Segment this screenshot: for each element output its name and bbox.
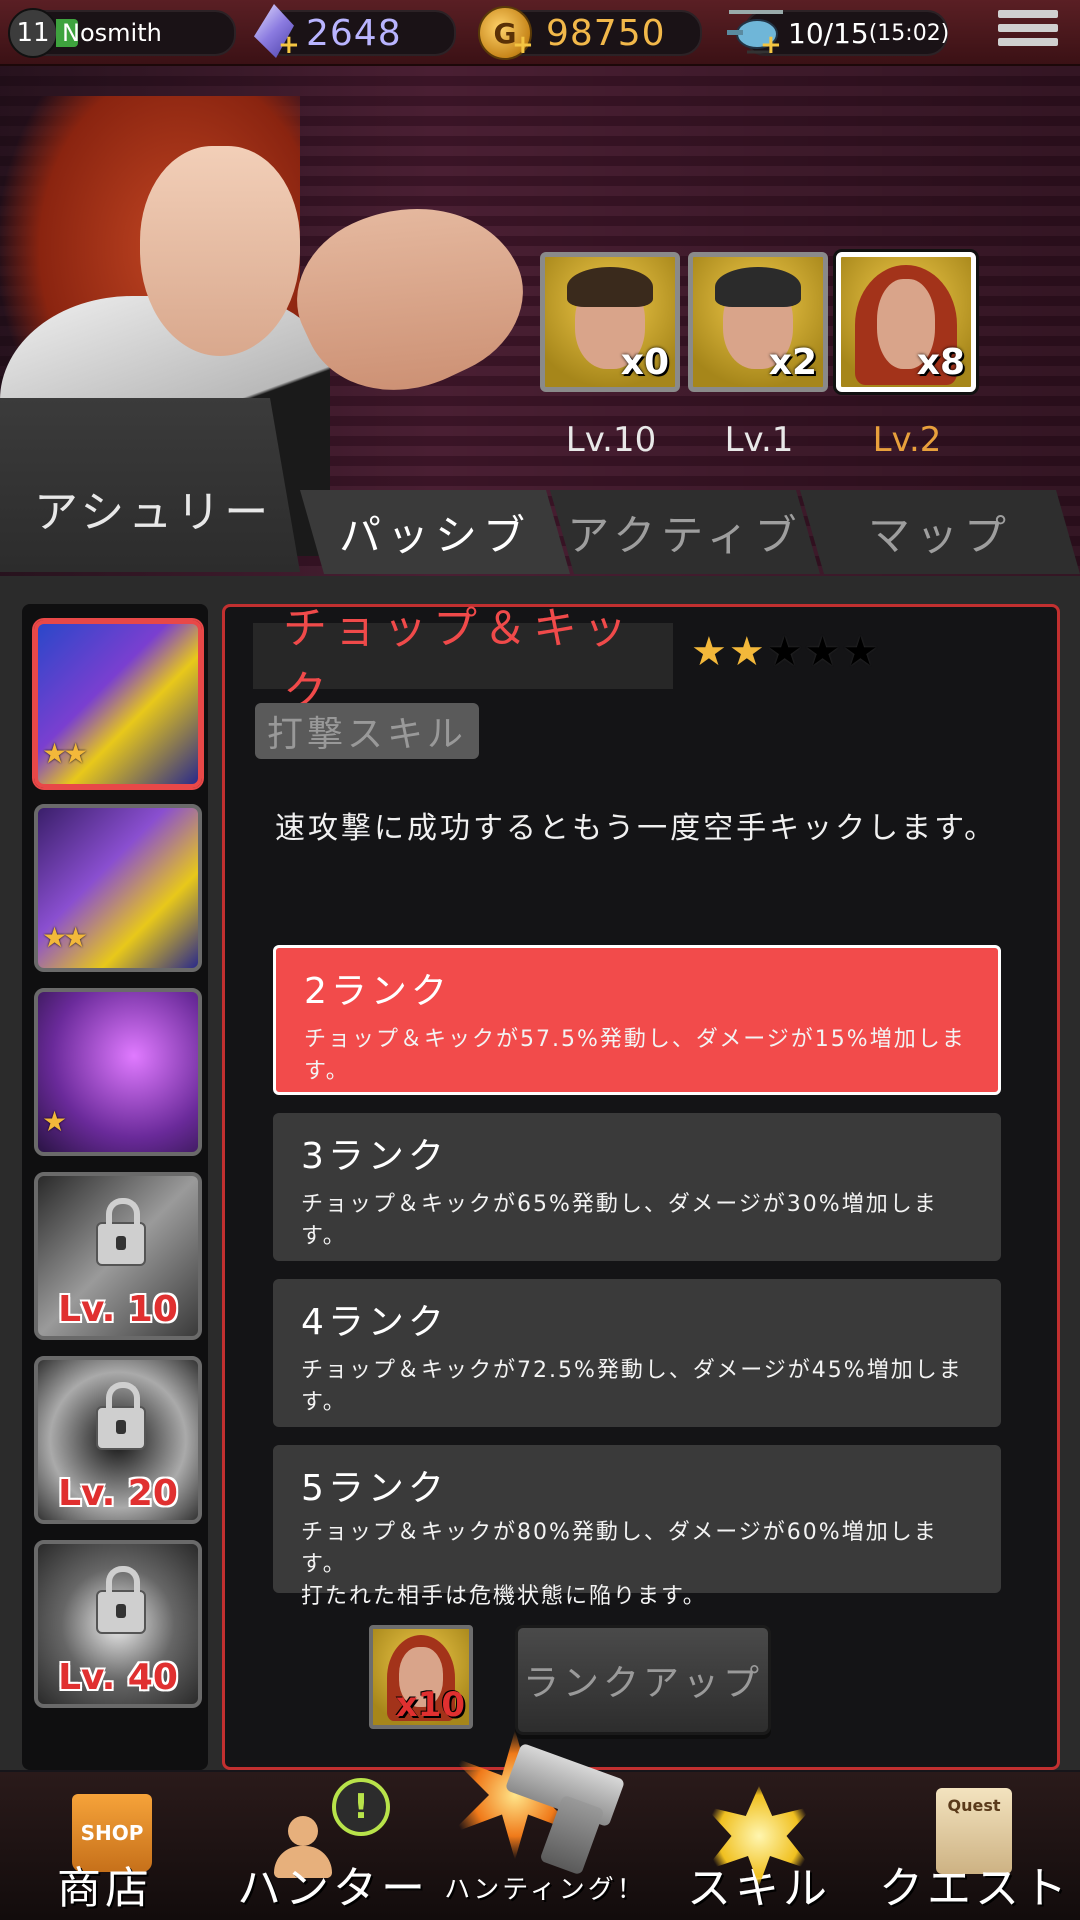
top-status-bar: 11 Nosmith 2648 + 98750 G + 10/15 (15:02… bbox=[0, 0, 1080, 66]
nav-hunter[interactable]: ! ハンター bbox=[218, 1772, 448, 1920]
skill-star-rating: ★★★★★ bbox=[691, 629, 880, 675]
alert-badge-icon: ! bbox=[332, 1778, 390, 1836]
stamina-value: 10/15 bbox=[788, 16, 869, 50]
nav-hunter-label: ハンター bbox=[237, 1863, 429, 1914]
hunter-level-selected: Lv.2 bbox=[872, 420, 942, 460]
skill-stars: ★★ bbox=[42, 737, 88, 770]
skill-stars: ★★ bbox=[42, 921, 88, 954]
tab-passive[interactable]: パッシブ bbox=[300, 490, 570, 574]
rank-row-5[interactable]: 5ランク チョップ＆キックが80%発動し、ダメージが60%増加します。 打たれた… bbox=[273, 1445, 1001, 1609]
skill-slot-locked-2[interactable]: Lv. 20 bbox=[34, 1356, 202, 1524]
skill-description: 速攻撃に成功するともう一度空手キックします。 bbox=[275, 811, 998, 846]
rank-title: 2ランク bbox=[304, 971, 451, 1012]
hunter-count: x8 bbox=[916, 342, 965, 383]
tab-map[interactable]: マップ bbox=[800, 490, 1080, 574]
add-gems-icon[interactable]: + bbox=[278, 30, 300, 60]
rank-title: 5ランク bbox=[301, 1468, 448, 1509]
skill-type-badge: 打撃スキル bbox=[255, 703, 479, 759]
hunter-level: Lv.1 bbox=[724, 420, 794, 460]
unlock-level: Lv. 10 bbox=[58, 1289, 178, 1330]
skill-detail-panel: チョップ＆キック ★★★★★ 打撃スキル 速攻撃に成功するともう一度空手キックし… bbox=[222, 603, 1060, 1770]
gem-count: 2648 bbox=[306, 12, 402, 54]
lock-icon bbox=[96, 1382, 146, 1450]
character-name: アシュリー bbox=[34, 487, 273, 538]
rank-title: 4ランク bbox=[301, 1302, 448, 1343]
hunter-count: x2 bbox=[768, 342, 817, 383]
skill-name: チョップ＆キック bbox=[253, 603, 673, 718]
required-hunter-card: x10 bbox=[369, 1625, 473, 1729]
nav-shop-label: 商店 bbox=[57, 1863, 153, 1914]
player-level: 11 bbox=[8, 8, 58, 58]
skill-slot-1[interactable]: ★★ bbox=[34, 620, 202, 788]
character-art-face bbox=[140, 146, 300, 356]
skill-stars: ★ bbox=[42, 1105, 67, 1138]
add-stamina-icon[interactable]: + bbox=[760, 30, 782, 60]
rank-effect: チョップ＆キックが72.5%発動し、ダメージが45%増加します。 bbox=[301, 1358, 963, 1415]
gold-count: 98750 bbox=[546, 12, 666, 54]
hunter-portrait-2[interactable]: x2 bbox=[688, 252, 828, 392]
star-filled-icon: ★ bbox=[691, 629, 729, 675]
character-name-panel: アシュリー bbox=[0, 398, 300, 572]
rank-effect: チョップ＆キックが80%発動し、ダメージが60%増加します。 bbox=[301, 1520, 938, 1577]
stamina-timer: (15:02) bbox=[868, 20, 950, 46]
skill-slot-locked-3[interactable]: Lv. 40 bbox=[34, 1540, 202, 1708]
tab-active[interactable]: アクティブ bbox=[550, 490, 820, 574]
add-gold-icon[interactable]: + bbox=[512, 30, 534, 60]
hunter-level: Lv.10 bbox=[565, 420, 657, 460]
unlock-level: Lv. 40 bbox=[58, 1657, 178, 1698]
lock-icon bbox=[96, 1566, 146, 1634]
rank-row-4[interactable]: 4ランク チョップ＆キックが72.5%発動し、ダメージが45%増加します。 bbox=[273, 1279, 1001, 1427]
unlock-level: Lv. 20 bbox=[58, 1473, 178, 1514]
star-empty-icon: ★ bbox=[804, 629, 843, 675]
star-empty-icon: ★ bbox=[766, 629, 805, 675]
skill-slot-3[interactable]: ★ bbox=[34, 988, 202, 1156]
star-empty-icon: ★ bbox=[842, 629, 881, 675]
gun-icon[interactable] bbox=[450, 1720, 640, 1880]
nav-quest[interactable]: Quest クエスト bbox=[870, 1772, 1080, 1920]
skill-slot-locked-1[interactable]: Lv. 10 bbox=[34, 1172, 202, 1340]
player-info[interactable]: 11 Nosmith bbox=[8, 8, 236, 58]
hunter-portrait-1[interactable]: x0 bbox=[540, 252, 680, 392]
rank-row-2[interactable]: 2ランク チョップ＆キックが57.5%発動し、ダメージが15%増加します。 bbox=[273, 945, 1001, 1095]
menu-icon[interactable] bbox=[998, 10, 1058, 54]
nav-quest-label: クエスト bbox=[879, 1863, 1071, 1914]
rank-effect: チョップ＆キックが57.5%発動し、ダメージが15%増加します。 bbox=[304, 1027, 966, 1084]
portrait-hair bbox=[715, 267, 801, 307]
portrait-hair bbox=[567, 267, 653, 307]
hunter-count: x0 bbox=[620, 342, 669, 383]
skill-list: ★★ ★★ ★ Lv. 10 Lv. 20 Lv. 40 bbox=[22, 604, 208, 1770]
rank-effect-extra: 打たれた相手は危機状態に陥ります。 bbox=[301, 1584, 707, 1609]
nav-shop[interactable]: SHOP 商店 bbox=[0, 1772, 210, 1920]
rank-title: 3ランク bbox=[301, 1136, 448, 1177]
required-count: x10 bbox=[395, 1685, 465, 1725]
star-filled-icon: ★ bbox=[728, 629, 767, 675]
skill-slot-2[interactable]: ★★ bbox=[34, 804, 202, 972]
rank-row-3[interactable]: 3ランク チョップ＆キックが65%発動し、ダメージが30%増加します。 bbox=[273, 1113, 1001, 1261]
rank-up-button[interactable]: ランクアップ bbox=[515, 1625, 771, 1735]
rank-effect: チョップ＆キックが65%発動し、ダメージが30%増加します。 bbox=[301, 1192, 938, 1249]
player-name: Nosmith bbox=[62, 19, 162, 47]
hunter-portrait-3[interactable]: x8 bbox=[836, 252, 976, 392]
lock-icon bbox=[96, 1198, 146, 1266]
